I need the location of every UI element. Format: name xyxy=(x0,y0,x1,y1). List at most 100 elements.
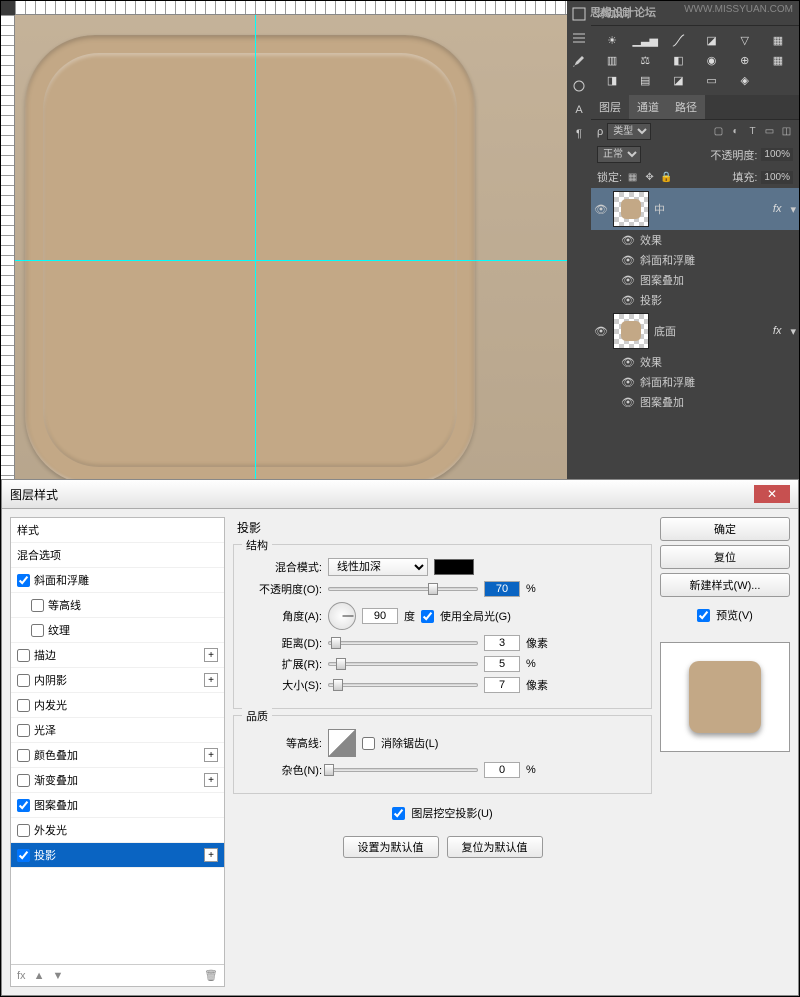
style-item[interactable]: 描边+ xyxy=(11,643,224,668)
style-checkbox[interactable] xyxy=(17,749,30,762)
ruler-vertical[interactable] xyxy=(1,15,15,479)
effect-item[interactable]: 👁图案叠加 xyxy=(591,270,799,290)
tab-channels[interactable]: 通道 xyxy=(629,95,667,119)
style-checkbox[interactable] xyxy=(17,799,30,812)
lock-position-icon[interactable]: ✥ xyxy=(643,171,656,184)
up-icon[interactable]: ▲ xyxy=(34,970,45,982)
style-blending-options[interactable]: 混合选项 xyxy=(11,543,224,568)
layer-name[interactable]: 中 xyxy=(654,201,768,217)
filter-kind-select[interactable]: 类型 xyxy=(607,123,651,140)
filter-smart-icon[interactable]: ◫ xyxy=(780,125,793,138)
down-icon[interactable]: ▼ xyxy=(52,970,63,982)
paragraph-icon[interactable]: ¶ xyxy=(570,125,588,143)
style-item[interactable]: 内阴影+ xyxy=(11,668,224,693)
add-effect-icon[interactable]: + xyxy=(204,673,218,687)
layer-thumbnail[interactable] xyxy=(613,313,649,349)
style-item[interactable]: 纹理 xyxy=(11,618,224,643)
size-input[interactable]: 7 xyxy=(484,677,520,693)
layer-thumbnail[interactable] xyxy=(613,191,649,227)
dialog-titlebar[interactable]: 图层样式 ✕ xyxy=(2,480,798,509)
selective-icon[interactable]: ◈ xyxy=(730,72,760,89)
effect-item[interactable]: 👁斜面和浮雕 xyxy=(591,372,799,392)
knockout-checkbox[interactable] xyxy=(392,807,405,820)
distance-input[interactable]: 3 xyxy=(484,635,520,651)
close-button[interactable]: ✕ xyxy=(754,485,790,503)
noise-input[interactable]: 0 xyxy=(484,762,520,778)
effects-header[interactable]: 👁效果 xyxy=(591,230,799,250)
ok-button[interactable]: 确定 xyxy=(660,517,790,541)
adj-icon[interactable]: ▦ xyxy=(763,32,793,49)
blend-mode-select[interactable]: 正常 xyxy=(597,146,641,163)
reset-default-button[interactable]: 复位为默认值 xyxy=(447,836,543,858)
style-item[interactable]: 投影+ xyxy=(11,843,224,868)
make-default-button[interactable]: 设置为默认值 xyxy=(343,836,439,858)
noise-slider[interactable] xyxy=(328,768,478,772)
style-checkbox[interactable] xyxy=(17,724,30,737)
effect-item[interactable]: 👁投影 xyxy=(591,290,799,310)
threshold-icon[interactable]: ◪ xyxy=(663,72,693,89)
collapse-icon[interactable]: ▾ xyxy=(790,203,796,216)
distance-slider[interactable] xyxy=(328,641,478,645)
guide-horizontal[interactable] xyxy=(15,260,567,261)
effect-item[interactable]: 👁斜面和浮雕 xyxy=(591,250,799,270)
fx-badge[interactable]: fx xyxy=(773,203,786,215)
trash-icon[interactable]: 🗑 xyxy=(204,969,218,982)
style-checkbox[interactable] xyxy=(17,674,30,687)
preview-checkbox[interactable] xyxy=(697,609,710,622)
style-checkbox[interactable] xyxy=(17,574,30,587)
collapse-icon[interactable]: ▾ xyxy=(790,325,796,338)
style-checkbox[interactable] xyxy=(31,624,44,637)
style-checkbox[interactable] xyxy=(17,774,30,787)
style-item[interactable]: 颜色叠加+ xyxy=(11,743,224,768)
levels-icon[interactable]: ▁▃▅ xyxy=(630,32,660,49)
spread-input[interactable]: 5 xyxy=(484,656,520,672)
style-item[interactable]: 斜面和浮雕 xyxy=(11,568,224,593)
filter-image-icon[interactable]: ▢ xyxy=(712,125,725,138)
tab-paths[interactable]: 路径 xyxy=(667,95,705,119)
contour-picker[interactable] xyxy=(328,729,356,757)
style-checkbox[interactable] xyxy=(17,649,30,662)
hue-icon[interactable]: ▥ xyxy=(597,52,627,69)
panel-icon[interactable] xyxy=(570,5,588,23)
filter-shape-icon[interactable]: ▭ xyxy=(763,125,776,138)
shadow-color-swatch[interactable] xyxy=(434,559,474,575)
balance-icon[interactable]: ⚖ xyxy=(630,52,660,69)
tab-layers[interactable]: 图层 xyxy=(591,95,629,119)
fill-value[interactable]: 100% xyxy=(761,171,793,184)
opacity-value[interactable]: 100% xyxy=(761,148,793,161)
spread-slider[interactable] xyxy=(328,662,478,666)
panel-icon[interactable] xyxy=(570,77,588,95)
effect-item[interactable]: 👁图案叠加 xyxy=(591,392,799,412)
lock-pixels-icon[interactable]: ▦ xyxy=(626,171,639,184)
panel-icon[interactable] xyxy=(570,29,588,47)
style-item[interactable]: 内发光 xyxy=(11,693,224,718)
posterize-icon[interactable]: ▤ xyxy=(630,72,660,89)
effects-header[interactable]: 👁效果 xyxy=(591,352,799,372)
vibrance-icon[interactable]: ▽ xyxy=(730,32,760,49)
lookup-icon[interactable]: ▦ xyxy=(763,52,793,69)
document-canvas[interactable] xyxy=(15,15,567,479)
size-slider[interactable] xyxy=(328,683,478,687)
style-item[interactable]: 渐变叠加+ xyxy=(11,768,224,793)
style-item[interactable]: 光泽 xyxy=(11,718,224,743)
new-style-button[interactable]: 新建样式(W)... xyxy=(660,573,790,597)
exposure-icon[interactable]: ◪ xyxy=(696,32,726,49)
fx-icon[interactable]: fx xyxy=(17,970,26,982)
layer-name[interactable]: 底面 xyxy=(654,323,768,339)
style-item[interactable]: 等高线 xyxy=(11,593,224,618)
lock-all-icon[interactable]: 🔒 xyxy=(660,171,673,184)
add-effect-icon[interactable]: + xyxy=(204,773,218,787)
global-light-checkbox[interactable] xyxy=(421,610,434,623)
layer-row[interactable]: 👁 底面 fx ▾ xyxy=(591,310,799,352)
angle-input[interactable]: 90 xyxy=(362,608,398,624)
style-checkbox[interactable] xyxy=(17,699,30,712)
add-effect-icon[interactable]: + xyxy=(204,648,218,662)
visibility-icon[interactable]: 👁 xyxy=(594,325,608,338)
cancel-button[interactable]: 复位 xyxy=(660,545,790,569)
add-effect-icon[interactable]: + xyxy=(204,748,218,762)
guide-vertical[interactable] xyxy=(255,15,256,479)
opacity-input[interactable]: 70 xyxy=(484,581,520,597)
blend-mode-select[interactable]: 线性加深 xyxy=(328,558,428,576)
style-checkbox[interactable] xyxy=(17,824,30,837)
ruler-horizontal[interactable] xyxy=(15,1,567,15)
